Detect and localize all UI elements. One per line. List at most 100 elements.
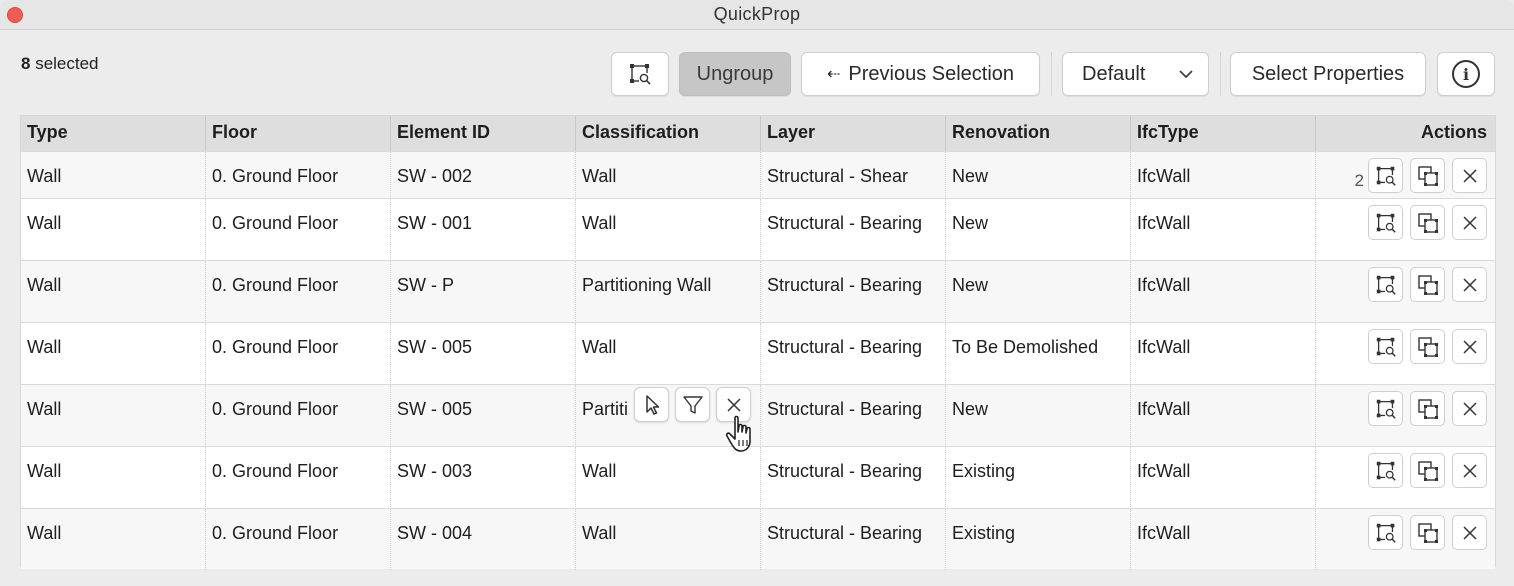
zoom-to-element-button[interactable]: [1368, 329, 1403, 364]
cell-renovation[interactable]: Existing: [946, 509, 1131, 570]
remove-row-button[interactable]: [1452, 453, 1487, 488]
cell-element-id[interactable]: SW - 001: [391, 199, 576, 261]
isolate-element-button[interactable]: [1410, 329, 1445, 364]
remove-row-button[interactable]: [1452, 267, 1487, 302]
filter-icon: [682, 395, 703, 414]
cell-type[interactable]: Wall: [21, 152, 206, 199]
cell-element-id[interactable]: SW - 005: [391, 385, 576, 447]
table-row[interactable]: Wall 0. Ground Floor SW - P Partitioning Wa…: [21, 260, 1495, 323]
cell-floor[interactable]: 0. Ground Floor: [206, 385, 391, 447]
cell-ifc-type[interactable]: IfcWall: [1131, 152, 1316, 199]
cell-floor[interactable]: 0. Ground Floor: [206, 447, 391, 509]
isolate-element-button[interactable]: [1410, 453, 1445, 488]
cell-ifc-type[interactable]: IfcWall: [1131, 385, 1316, 447]
isolate-icon: [1417, 274, 1438, 295]
info-button[interactable]: i: [1437, 52, 1495, 96]
cell-element-id[interactable]: SW - 005: [391, 323, 576, 385]
cell-layer[interactable]: Structural - Bearing: [761, 385, 946, 447]
cell-classification[interactable]: Wall: [576, 323, 761, 385]
table-row[interactable]: Wall 0. Ground Floor SW - 005 Partiti Struct…: [21, 384, 1495, 447]
cell-type[interactable]: Wall: [21, 447, 206, 509]
column-header-type[interactable]: Type: [21, 116, 206, 151]
zoom-selection-icon: [1376, 275, 1396, 295]
column-header-classification[interactable]: Classification: [576, 116, 761, 151]
table-row[interactable]: Wall 0. Ground Floor SW - 005 Wall Structura…: [21, 322, 1495, 385]
cell-element-id[interactable]: SW - P: [391, 261, 576, 323]
toolbar-separator: [1220, 52, 1221, 96]
cell-floor[interactable]: 0. Ground Floor: [206, 152, 391, 199]
cell-layer[interactable]: Structural - Bearing: [761, 199, 946, 261]
cell-element-id[interactable]: SW - 004: [391, 509, 576, 570]
cell-ifc-type[interactable]: IfcWall: [1131, 199, 1316, 261]
table-row[interactable]: Wall 0. Ground Floor SW - 004 Wall Structura…: [21, 508, 1495, 570]
cell-floor[interactable]: 0. Ground Floor: [206, 199, 391, 261]
cell-renovation[interactable]: New: [946, 261, 1131, 323]
isolate-element-button[interactable]: [1410, 391, 1445, 426]
cell-layer[interactable]: Structural - Bearing: [761, 509, 946, 570]
table-row[interactable]: Wall 0. Ground Floor SW - 001 Wall Structura…: [21, 198, 1495, 261]
zoom-selection-icon: [1376, 166, 1396, 186]
cell-floor[interactable]: 0. Ground Floor: [206, 323, 391, 385]
cell-renovation[interactable]: New: [946, 199, 1131, 261]
back-arrow-icon: ⇠: [826, 66, 841, 83]
cell-layer[interactable]: Structural - Bearing: [761, 447, 946, 509]
zoom-to-element-button[interactable]: [1368, 205, 1403, 240]
isolate-element-button[interactable]: [1410, 205, 1445, 240]
cell-renovation[interactable]: New: [946, 152, 1131, 199]
table-row[interactable]: Wall 0. Ground Floor SW - 002 Wall Structura…: [21, 151, 1495, 199]
cell-type[interactable]: Wall: [21, 199, 206, 261]
zoom-to-element-button[interactable]: [1368, 391, 1403, 426]
remove-row-button[interactable]: [1452, 205, 1487, 240]
table-row[interactable]: Wall 0. Ground Floor SW - 003 Wall Structura…: [21, 446, 1495, 509]
cell-classification[interactable]: Wall: [576, 199, 761, 261]
remove-row-button[interactable]: [1452, 515, 1487, 550]
cell-classification[interactable]: Partitioning Wall: [576, 261, 761, 323]
column-header-floor[interactable]: Floor: [206, 116, 391, 151]
ungroup-button[interactable]: Ungroup: [679, 52, 791, 96]
column-header-renovation[interactable]: Renovation: [946, 116, 1131, 151]
cell-floor[interactable]: 0. Ground Floor: [206, 509, 391, 570]
remove-row-button[interactable]: [1452, 329, 1487, 364]
filter-button[interactable]: [675, 387, 710, 422]
previous-selection-button[interactable]: ⇠ Previous Selection: [801, 52, 1040, 96]
column-header-ifc-type[interactable]: IfcType: [1131, 116, 1316, 151]
column-header-element-id[interactable]: Element ID: [391, 116, 576, 151]
cell-classification[interactable]: Wall: [576, 152, 761, 199]
cell-ifc-type[interactable]: IfcWall: [1131, 509, 1316, 570]
select-properties-button[interactable]: Select Properties: [1230, 52, 1426, 96]
view-preset-dropdown[interactable]: Default: [1062, 52, 1209, 96]
zoom-to-element-button[interactable]: [1368, 515, 1403, 550]
cell-ifc-type[interactable]: IfcWall: [1131, 323, 1316, 385]
cell-layer[interactable]: Structural - Bearing: [761, 261, 946, 323]
zoom-to-element-button[interactable]: [1368, 158, 1403, 193]
cell-element-id[interactable]: SW - 002: [391, 152, 576, 199]
cell-layer[interactable]: Structural - Bearing: [761, 323, 946, 385]
isolate-element-button[interactable]: [1410, 515, 1445, 550]
cell-type[interactable]: Wall: [21, 509, 206, 570]
cell-renovation[interactable]: New: [946, 385, 1131, 447]
cell-renovation[interactable]: To Be Demolished: [946, 323, 1131, 385]
column-header-actions[interactable]: Actions: [1316, 116, 1495, 151]
cell-actions: 2: [1316, 152, 1495, 199]
cell-classification[interactable]: Wall: [576, 447, 761, 509]
column-header-layer[interactable]: Layer: [761, 116, 946, 151]
cell-ifc-type[interactable]: IfcWall: [1131, 447, 1316, 509]
zoom-to-selection-button[interactable]: [611, 52, 669, 96]
select-button[interactable]: [634, 387, 669, 422]
window-close-button[interactable]: [7, 7, 23, 23]
cell-floor[interactable]: 0. Ground Floor: [206, 261, 391, 323]
cell-classification[interactable]: Wall: [576, 509, 761, 570]
cell-type[interactable]: Wall: [21, 385, 206, 447]
cell-ifc-type[interactable]: IfcWall: [1131, 261, 1316, 323]
cell-renovation[interactable]: Existing: [946, 447, 1131, 509]
isolate-element-button[interactable]: [1410, 158, 1445, 193]
cell-type[interactable]: Wall: [21, 261, 206, 323]
zoom-to-element-button[interactable]: [1368, 453, 1403, 488]
remove-row-button[interactable]: [1452, 391, 1487, 426]
cell-element-id[interactable]: SW - 003: [391, 447, 576, 509]
isolate-element-button[interactable]: [1410, 267, 1445, 302]
zoom-to-element-button[interactable]: [1368, 267, 1403, 302]
remove-row-button[interactable]: [1452, 158, 1487, 193]
cell-layer[interactable]: Structural - Shear: [761, 152, 946, 199]
cell-type[interactable]: Wall: [21, 323, 206, 385]
